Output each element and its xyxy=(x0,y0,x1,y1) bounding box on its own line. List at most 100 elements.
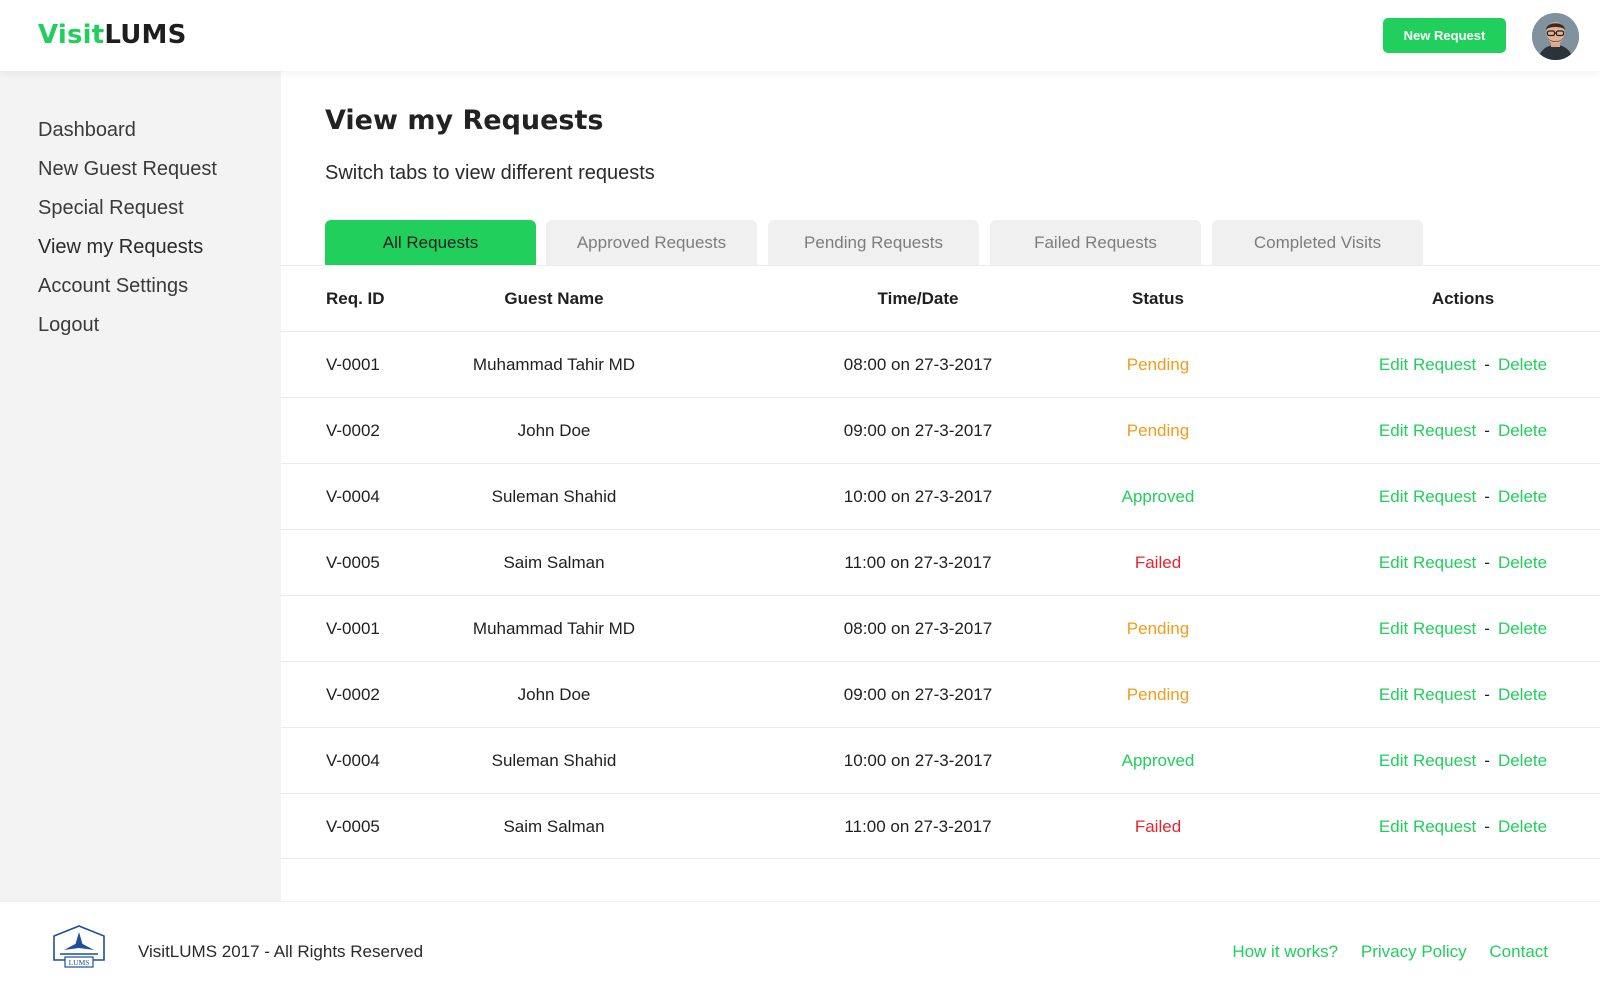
page-title: View my Requests xyxy=(325,105,604,136)
req-id-cell: V-0004 xyxy=(326,751,380,770)
time-date-cell: 11:00 on 27-3-2017 xyxy=(844,553,992,572)
edit-request-link[interactable]: Edit Request xyxy=(1379,553,1476,572)
copyright-text: VisitLUMS 2017 - All Rights Reserved xyxy=(138,942,424,961)
table-row: V-0005 Saim Salman 11:00 on 27-3-2017 Fa… xyxy=(281,793,1600,859)
sidebar: Dashboard New Guest Request Special Requ… xyxy=(0,71,281,901)
req-id-cell: V-0005 xyxy=(326,553,380,572)
status-cell: Failed xyxy=(1134,553,1182,572)
sidebar-item-view-my-requests[interactable]: View my Requests xyxy=(0,228,281,267)
delete-link[interactable]: Delete xyxy=(1498,817,1547,836)
guest-name-cell: Saim Salman xyxy=(503,553,605,572)
footer: LUMS VisitLUMS 2017 - All Rights Reserve… xyxy=(0,901,1600,1000)
main-content: View my Requests Switch tabs to view dif… xyxy=(281,71,1600,901)
req-id-cell: V-0002 xyxy=(326,421,380,440)
footer-link-contact[interactable]: Contact xyxy=(1489,942,1548,961)
action-separator: - xyxy=(1484,685,1490,704)
action-separator: - xyxy=(1484,619,1490,638)
table-row: V-0002 John Doe 09:00 on 27-3-2017 Pendi… xyxy=(281,397,1600,463)
edit-request-link[interactable]: Edit Request xyxy=(1379,355,1476,374)
edit-request-link[interactable]: Edit Request xyxy=(1379,619,1476,638)
delete-link[interactable]: Delete xyxy=(1498,421,1547,440)
guest-name-cell: Suleman Shahid xyxy=(491,751,617,770)
delete-link[interactable]: Delete xyxy=(1498,487,1547,506)
req-id-cell: V-0001 xyxy=(326,619,380,638)
status-cell: Pending xyxy=(1126,685,1190,704)
tab-approved-requests[interactable]: Approved Requests xyxy=(546,220,757,265)
edit-request-link[interactable]: Edit Request xyxy=(1379,421,1476,440)
sidebar-item-logout[interactable]: Logout xyxy=(0,306,281,345)
column-header-actions: Actions xyxy=(1431,289,1495,308)
tab-pending-requests[interactable]: Pending Requests xyxy=(768,220,979,265)
column-header-guest-name: Guest Name xyxy=(504,289,604,308)
edit-request-link[interactable]: Edit Request xyxy=(1379,817,1476,836)
delete-link[interactable]: Delete xyxy=(1498,619,1547,638)
sidebar-item-new-guest-request[interactable]: New Guest Request xyxy=(0,150,281,189)
app-logo[interactable]: VisitLUMS xyxy=(38,20,187,50)
column-header-time-date: Time/Date xyxy=(877,289,959,308)
guest-name-cell: Suleman Shahid xyxy=(491,487,617,506)
sidebar-item-special-request[interactable]: Special Request xyxy=(0,189,281,228)
sidebar-item-account-settings[interactable]: Account Settings xyxy=(0,267,281,306)
table-row: V-0001 Muhammad Tahir MD 08:00 on 27-3-2… xyxy=(281,595,1600,661)
actions-cell: Edit Request - Delete xyxy=(1358,398,1568,463)
footer-link-privacy-policy[interactable]: Privacy Policy xyxy=(1361,942,1467,961)
time-date-cell: 09:00 on 27-3-2017 xyxy=(843,685,993,704)
footer-link-how-it-works[interactable]: How it works? xyxy=(1232,942,1338,961)
logo-lums-text: LUMS xyxy=(104,20,187,50)
top-header: VisitLUMS New Request xyxy=(0,0,1600,71)
tab-completed-visits[interactable]: Completed Visits xyxy=(1212,220,1423,265)
req-id-cell: V-0002 xyxy=(326,685,380,704)
action-separator: - xyxy=(1484,355,1490,374)
guest-name-cell: John Doe xyxy=(517,685,591,704)
edit-request-link[interactable]: Edit Request xyxy=(1379,685,1476,704)
lums-crest-icon: LUMS xyxy=(53,925,105,968)
time-date-cell: 10:00 on 27-3-2017 xyxy=(843,751,993,770)
time-date-cell: 11:00 on 27-3-2017 xyxy=(844,817,992,836)
edit-request-link[interactable]: Edit Request xyxy=(1379,487,1476,506)
status-cell: Pending xyxy=(1126,355,1190,374)
actions-cell: Edit Request - Delete xyxy=(1358,596,1568,661)
action-separator: - xyxy=(1484,817,1490,836)
table-row: V-0002 John Doe 09:00 on 27-3-2017 Pendi… xyxy=(281,661,1600,727)
page-subtitle: Switch tabs to view different requests xyxy=(325,162,655,184)
time-date-cell: 08:00 on 27-3-2017 xyxy=(843,355,993,374)
status-cell: Approved xyxy=(1121,487,1195,506)
time-date-cell: 10:00 on 27-3-2017 xyxy=(843,487,993,506)
delete-link[interactable]: Delete xyxy=(1498,553,1547,572)
guest-name-cell: Saim Salman xyxy=(503,817,605,836)
delete-link[interactable]: Delete xyxy=(1498,751,1547,770)
sidebar-item-dashboard[interactable]: Dashboard xyxy=(0,111,281,150)
status-cell: Pending xyxy=(1126,421,1190,440)
actions-cell: Edit Request - Delete xyxy=(1358,332,1568,397)
column-header-req-id: Req. ID xyxy=(326,289,385,308)
table-row: V-0004 Suleman Shahid 10:00 on 27-3-2017… xyxy=(281,727,1600,793)
req-id-cell: V-0005 xyxy=(326,817,380,836)
column-header-status: Status xyxy=(1132,289,1184,308)
req-id-cell: V-0004 xyxy=(326,487,380,506)
footer-links: How it works? Privacy Policy Contact xyxy=(1214,942,1548,962)
guest-name-cell: John Doe xyxy=(517,421,591,440)
action-separator: - xyxy=(1484,421,1490,440)
table-header-row: Req. ID Guest Name Time/Date Status Acti… xyxy=(281,265,1600,331)
tab-failed-requests[interactable]: Failed Requests xyxy=(990,220,1201,265)
guest-name-cell: Muhammad Tahir MD xyxy=(472,355,636,374)
actions-cell: Edit Request - Delete xyxy=(1358,728,1568,793)
actions-cell: Edit Request - Delete xyxy=(1358,662,1568,727)
user-avatar-icon[interactable] xyxy=(1532,13,1579,60)
req-id-cell: V-0001 xyxy=(326,355,380,374)
status-cell: Approved xyxy=(1121,751,1195,770)
action-separator: - xyxy=(1484,553,1490,572)
new-request-button[interactable]: New Request xyxy=(1383,18,1506,53)
guest-name-cell: Muhammad Tahir MD xyxy=(472,619,636,638)
time-date-cell: 09:00 on 27-3-2017 xyxy=(843,421,993,440)
time-date-cell: 08:00 on 27-3-2017 xyxy=(843,619,993,638)
lums-logo-icon: LUMS xyxy=(50,924,108,972)
edit-request-link[interactable]: Edit Request xyxy=(1379,751,1476,770)
tab-all-requests[interactable]: All Requests xyxy=(325,220,536,265)
table-row: V-0001 Muhammad Tahir MD 08:00 on 27-3-2… xyxy=(281,331,1600,397)
delete-link[interactable]: Delete xyxy=(1498,685,1547,704)
action-separator: - xyxy=(1484,751,1490,770)
delete-link[interactable]: Delete xyxy=(1498,355,1547,374)
lums-logo-text: LUMS xyxy=(69,958,90,967)
sidebar-nav: Dashboard New Guest Request Special Requ… xyxy=(0,71,281,345)
